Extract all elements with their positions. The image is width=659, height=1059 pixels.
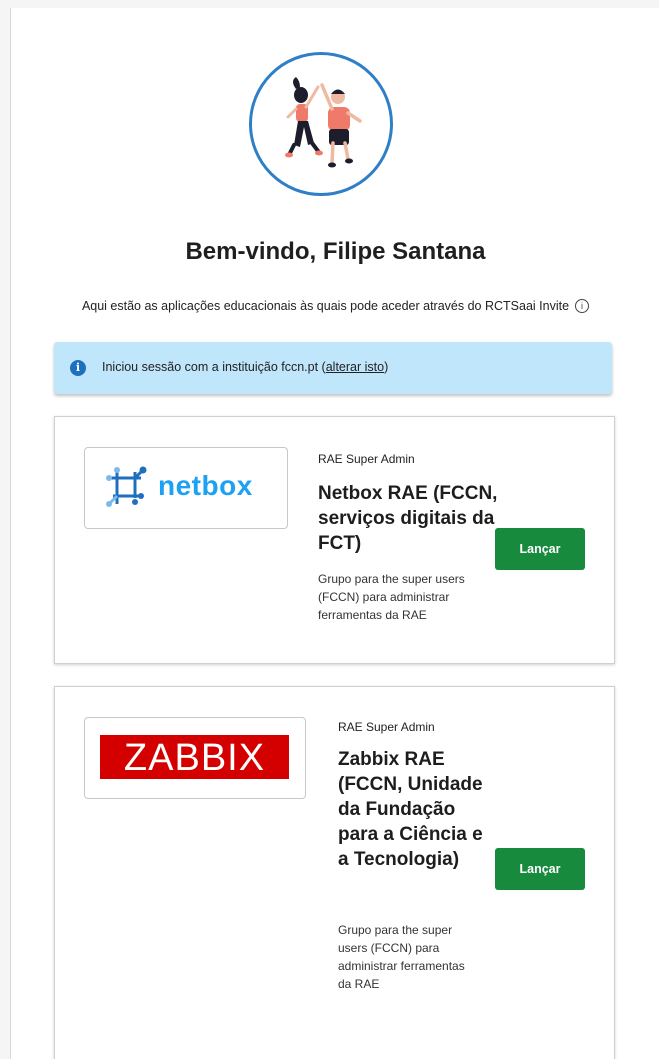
welcome-heading: Bem-vindo, Filipe Santana: [185, 238, 486, 265]
info-icon: i: [70, 360, 86, 376]
apps-subtitle: Aqui estão as aplicações educacionais às…: [11, 299, 659, 313]
app-name: Zabbix RAE (FCCN, Unidade da Fundação pa…: [338, 749, 483, 870]
page: Bem-vindo, Filipe Santana Aqui estão as …: [10, 8, 659, 1059]
launch-button[interactable]: Lançar: [495, 528, 585, 570]
app-role: RAE Super Admin: [318, 452, 415, 466]
info-circle-icon[interactable]: i: [575, 299, 590, 313]
high-five-illustration-icon: [285, 77, 362, 168]
app-name: Netbox RAE (FCCN, serviços digitais da F…: [318, 483, 498, 554]
session-notice-suffix: ): [384, 360, 389, 374]
app-card-zabbix: ZABBIX RAE Super Admin Zabbix RAE (FCCN,…: [54, 686, 615, 1059]
zabbix-logo: ZABBIX: [84, 717, 306, 799]
welcome-illustration: [249, 52, 393, 196]
session-notice: i Iniciou sessão com a instituição fccn.…: [54, 342, 612, 394]
app-description: Grupo para the super users (FCCN) para a…: [338, 923, 465, 991]
app-role: RAE Super Admin: [338, 720, 435, 734]
launch-button[interactable]: Lançar: [495, 848, 585, 890]
netbox-logo-text: netbox: [158, 470, 253, 501]
session-notice-prefix: Iniciou sessão com a instituição fccn.pt…: [102, 360, 326, 374]
netbox-logo-icon: [106, 466, 147, 507]
app-card-netbox: netbox RAE Super Admin Netbox RAE (FCCN,…: [54, 416, 615, 664]
change-institution-link[interactable]: alterar isto: [326, 360, 384, 374]
zabbix-logo-text: ZABBIX: [100, 735, 289, 779]
app-description: Grupo para the super users (FCCN) para a…: [318, 572, 465, 622]
session-notice-text: Iniciou sessão com a instituição fccn.pt…: [102, 360, 388, 374]
netbox-logo: netbox: [84, 447, 288, 529]
apps-subtitle-text: Aqui estão as aplicações educacionais às…: [81, 299, 570, 313]
